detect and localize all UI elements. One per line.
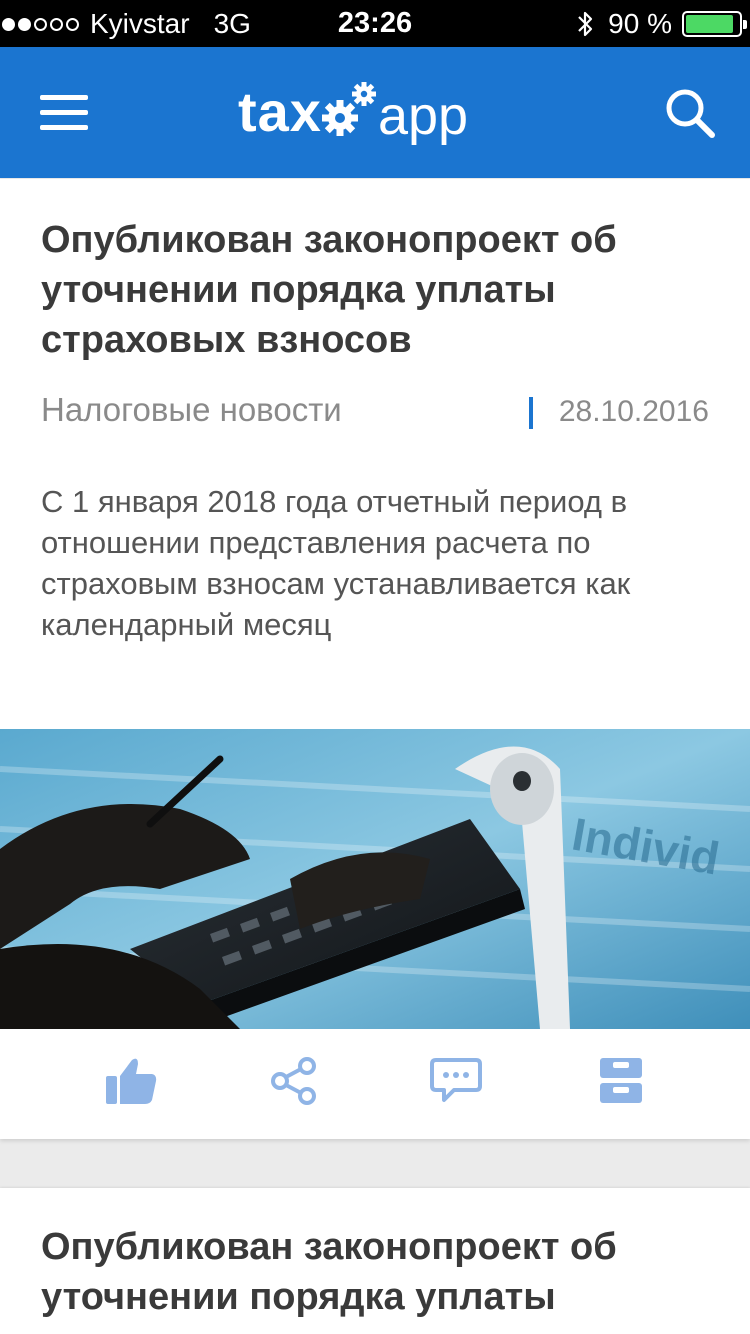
battery-icon [682,11,747,37]
calculator-photo: Individ [0,729,750,1029]
like-button[interactable] [101,1051,161,1111]
comment-button[interactable] [426,1051,486,1111]
status-bar: Kyivstar 3G 23:26 90 % [0,0,750,47]
app-header: tax app [0,47,750,178]
bluetooth-icon [578,11,593,37]
battery-nub [743,20,747,29]
article-meta: Налоговые новости 28.10.2016 [41,389,709,439]
article-image[interactable]: Individ [0,729,750,1029]
article-date: 28.10.2016 [558,395,709,428]
like-icon [106,1058,157,1104]
battery-percent: 90 % [608,8,672,39]
battery-fill [686,15,733,33]
app-logo: tax app [238,71,468,151]
comment-icon [430,1058,482,1102]
article-title[interactable]: Опубликован законопроект об уточнении по… [41,1222,721,1322]
article-summary[interactable]: С 1 января 2018 года отчетный период в о… [41,481,701,645]
date-divider [529,397,533,429]
archive-icon [600,1058,642,1103]
gears-icon [321,82,376,136]
status-right: 90 % [574,8,747,40]
article-category[interactable]: Налоговые новости [41,391,342,429]
logo-text-tax: tax [238,79,322,143]
article-actions [0,1029,750,1139]
article-card[interactable]: Опубликован законопроект об уточнении по… [0,1188,750,1334]
search-icon[interactable] [664,87,716,139]
share-button[interactable] [264,1051,324,1111]
article-card[interactable]: Опубликован законопроект об уточнении по… [0,179,750,1139]
logo-text-app: app [377,86,469,146]
share-icon [271,1057,316,1105]
menu-icon[interactable] [40,95,88,131]
article-title[interactable]: Опубликован законопроект об уточнении по… [41,215,721,365]
archive-button[interactable] [591,1051,651,1111]
